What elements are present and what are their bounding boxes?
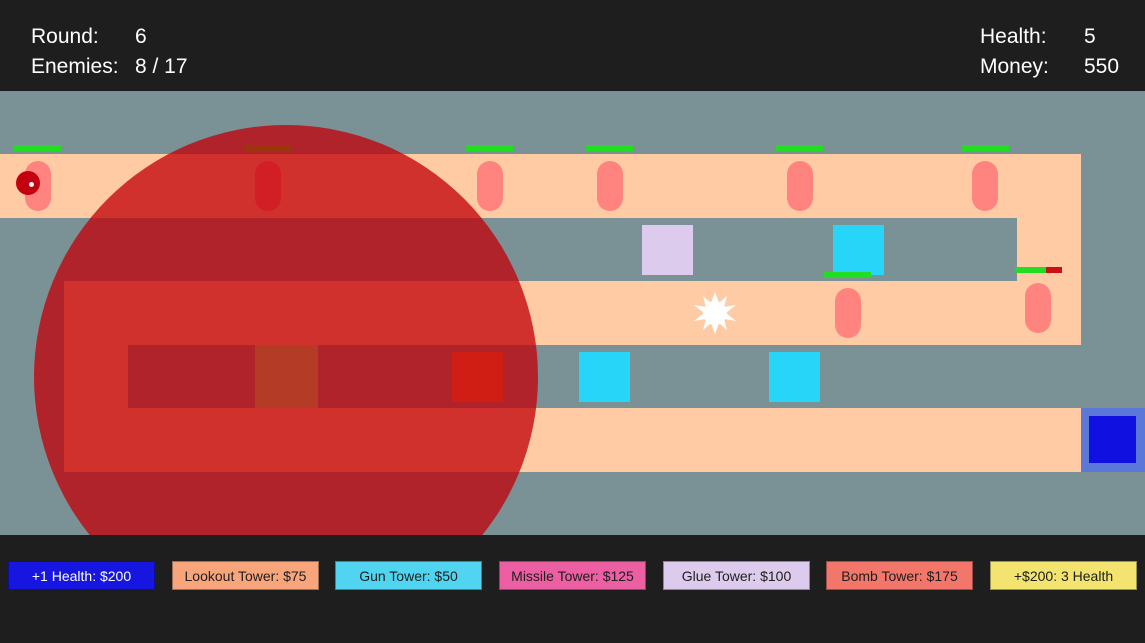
gun-tower-button[interactable]: Gun Tower: $50: [335, 561, 482, 590]
base-core: [1089, 416, 1136, 463]
enemy: [835, 288, 861, 338]
enemies-value: 8 / 17: [135, 55, 188, 78]
money-label: Money:: [980, 55, 1049, 78]
enemy: [787, 161, 813, 211]
enemy: [1025, 283, 1051, 333]
enemies-label: Enemies:: [31, 55, 119, 78]
enemy-health-bar: [14, 145, 61, 151]
enemy-health-bar: [962, 145, 1009, 151]
enemy: [972, 161, 998, 211]
round-value: 6: [135, 25, 147, 48]
gun-tower[interactable]: [579, 352, 630, 402]
enemy: [597, 161, 623, 211]
projectile: [16, 171, 40, 195]
explosion-icon: [694, 292, 736, 334]
enemy-health-bar: [586, 145, 633, 151]
gun-tower[interactable]: [833, 225, 884, 275]
sell-health-button[interactable]: +$200: 3 Health: [990, 561, 1137, 590]
lookout-tower-button[interactable]: Lookout Tower: $75: [172, 561, 319, 590]
glue-tower-button[interactable]: Glue Tower: $100: [663, 561, 810, 590]
enemy-health-bar: [1015, 267, 1046, 273]
missile-tower-button[interactable]: Missile Tower: $125: [499, 561, 646, 590]
buy-health-button[interactable]: +1 Health: $200: [8, 561, 155, 590]
shop-bar: +1 Health: $200 Lookout Tower: $75 Gun Tow…: [0, 535, 1145, 643]
enemy-health-bar: [466, 145, 513, 151]
health-value: 5: [1084, 25, 1096, 48]
health-label: Health:: [980, 25, 1047, 48]
projectile-spark: [29, 182, 34, 187]
gun-tower[interactable]: [769, 352, 820, 402]
round-label: Round:: [31, 25, 99, 48]
enemy-health-bar: [824, 272, 871, 278]
game-window: Round: 6 Enemies: 8 / 17 Health: 5 Money…: [0, 0, 1145, 643]
money-value: 550: [1084, 55, 1120, 78]
enemy-health-bar-lost: [1046, 267, 1062, 273]
game-field[interactable]: [0, 91, 1145, 535]
base-icon: [1081, 408, 1145, 472]
enemy-health-bar: [776, 145, 823, 151]
enemy: [477, 161, 503, 211]
bomb-tower-button[interactable]: Bomb Tower: $175: [826, 561, 973, 590]
glue-tower[interactable]: [642, 225, 693, 275]
